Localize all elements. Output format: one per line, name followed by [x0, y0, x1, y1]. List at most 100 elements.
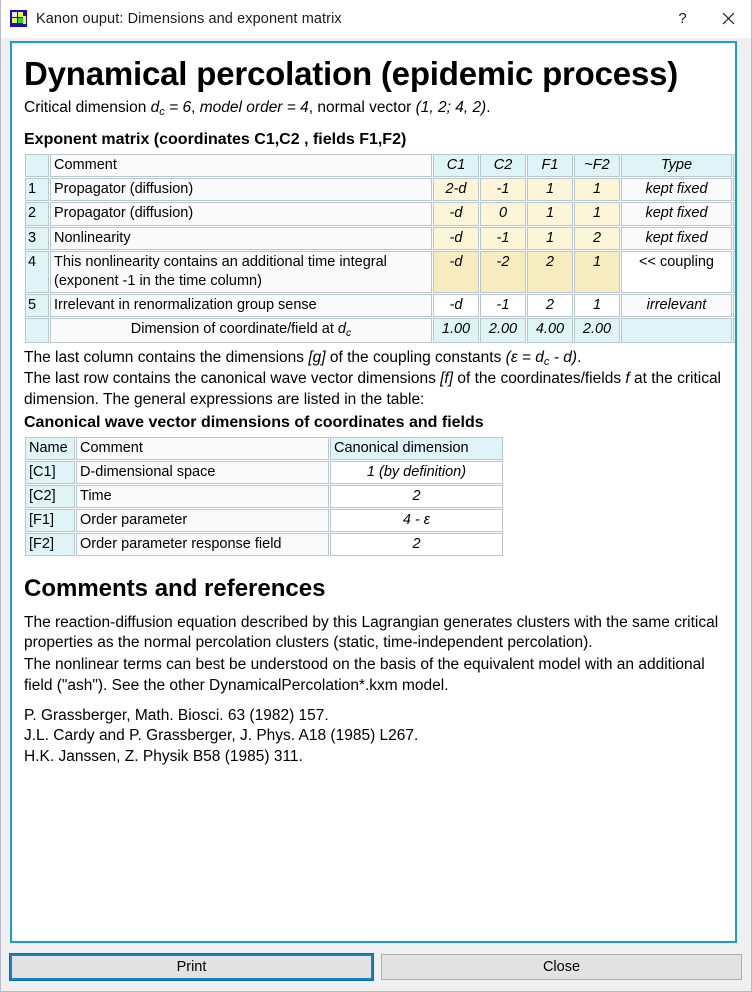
field-name: [C1]	[25, 460, 75, 485]
cell-g: -2 + ε	[733, 293, 735, 318]
comment-paragraph-2: The nonlinear terms can best be understo…	[24, 656, 705, 694]
cell-type: kept fixed	[621, 178, 732, 202]
cell-f2: 2	[574, 226, 620, 250]
close-window-button[interactable]	[705, 1, 751, 37]
print-button-label: Print	[176, 959, 207, 975]
cell-c2: -2	[480, 250, 526, 293]
cell-c1: -d	[433, 226, 479, 250]
explanation-line1-a: The last column contains the dimensions	[24, 348, 309, 366]
col-name: Name	[25, 436, 75, 460]
field-name: [C2]	[25, 485, 75, 509]
kanon-app-icon	[10, 10, 27, 27]
reference-item: P. Grassberger, Math. Biosci. 63 (1982) …	[24, 706, 329, 724]
canonical-dimensions-table: Name Comment Canonical dimension [C1] D-…	[24, 435, 504, 558]
subtitle-comma-1: ,	[191, 99, 200, 117]
cell-f1: 2	[527, 250, 573, 293]
table-header-row: Name Comment Canonical dimension	[25, 436, 503, 460]
explanation-paragraph: The last column contains the dimensions …	[24, 348, 723, 410]
canonical-table-body: [C1] D-dimensional space 1 (by definitio…	[25, 460, 503, 557]
dimension-row: Dimension of coordinate/field at dc 1.00…	[25, 318, 735, 343]
list-item[interactable]: [F2] Order parameter response field 2	[25, 533, 503, 557]
cell-c2: -1	[480, 226, 526, 250]
list-item[interactable]: [C2] Time 2	[25, 485, 503, 509]
cell-g: 0	[733, 202, 735, 226]
dialog-window: Kanon ouput: Dimensions and exponent mat…	[0, 0, 752, 992]
col-c1: C1	[433, 154, 479, 178]
normal-vector-value: (1, 2; 4, 2)	[415, 99, 487, 117]
explanation-line2-a: The last row contains the canonical wave…	[24, 370, 441, 388]
cell-g: ε	[733, 250, 735, 293]
table-row[interactable]: 3 Nonlinearity -d -1 1 2 kept fixed 0	[25, 226, 735, 250]
model-order-value: model order = 4	[199, 99, 309, 117]
dc-symbol: d	[150, 99, 160, 117]
close-button[interactable]: Close	[381, 954, 742, 980]
cell-f2: 1	[574, 293, 620, 318]
list-item[interactable]: [C1] D-dimensional space 1 (by definitio…	[25, 460, 503, 485]
list-item[interactable]: [F1] Order parameter 4 - ε	[25, 509, 503, 533]
close-button-label: Close	[542, 959, 581, 975]
comment-paragraph-1: The reaction-diffusion equation describe…	[24, 614, 719, 652]
table-row[interactable]: 5 Irrelevant in renormalization group se…	[25, 293, 735, 318]
cell-c2: -1	[480, 178, 526, 202]
row-comment: Irrelevant in renormalization group sens…	[50, 293, 432, 318]
field-comment: Time	[76, 485, 329, 509]
field-name: [F2]	[25, 533, 75, 557]
row-comment: Propagator (diffusion)	[50, 178, 432, 202]
table-row[interactable]: 2 Propagator (diffusion) -d 0 1 1 kept f…	[25, 202, 735, 226]
field-comment: D-dimensional space	[76, 460, 329, 485]
col-c2: C2	[480, 154, 526, 178]
col-f1: F1	[527, 154, 573, 178]
help-button[interactable]: ?	[660, 1, 705, 37]
exponent-matrix-foot: Dimension of coordinate/field at dc 1.00…	[25, 318, 735, 343]
cell-f2: 1	[574, 250, 620, 293]
critical-dimension-label: Critical dimension	[24, 99, 151, 117]
col-comment: Comment	[76, 436, 329, 460]
row-index: 1	[25, 178, 49, 202]
footer-c1: 1.00	[433, 318, 479, 343]
col-g: [g]	[733, 154, 735, 178]
canonical-table-head: Name Comment Canonical dimension	[25, 436, 503, 460]
dialog-footer: Print Close	[1, 943, 751, 991]
page-title: Dynamical percolation (epidemic process)	[24, 55, 679, 92]
cell-type: irrelevant	[621, 293, 732, 318]
explanation-line1-b: of the coupling constants	[325, 348, 506, 366]
title-bar: Kanon ouput: Dimensions and exponent mat…	[1, 0, 751, 38]
cell-c2: -1	[480, 293, 526, 318]
col-dimension: Canonical dimension	[330, 436, 503, 460]
cell-type: << coupling	[621, 250, 732, 293]
table-row[interactable]: 4 This nonlinearity contains an addition…	[25, 250, 735, 293]
footer-type	[621, 318, 732, 343]
field-dimension: 2	[330, 485, 503, 509]
row-comment: Propagator (diffusion)	[50, 202, 432, 226]
exponent-matrix-table: Comment C1 C2 F1 ~F2 Type [g] 1 Propagat…	[24, 153, 735, 344]
footer-label-text: Dimension of coordinate/field at	[130, 321, 338, 338]
epsilon-definition: (ε = d	[505, 348, 544, 366]
epsilon-definition-end: - d)	[549, 348, 578, 366]
explanation-line2-b: of the coordinates/fields	[453, 370, 626, 388]
window-title: Kanon ouput: Dimensions and exponent mat…	[36, 10, 342, 27]
f-italic: f	[625, 370, 630, 388]
cell-f2: 1	[574, 202, 620, 226]
cell-f1: 1	[527, 226, 573, 250]
footer-index	[25, 318, 49, 343]
print-button[interactable]: Print	[9, 953, 374, 981]
table-row[interactable]: 1 Propagator (diffusion) 2-d -1 1 1 kept…	[25, 178, 735, 202]
row-comment: Nonlinearity	[50, 226, 432, 250]
reference-item: H.K. Janssen, Z. Physik B58 (1985) 311.	[24, 748, 303, 766]
cell-f1: 1	[527, 202, 573, 226]
exponent-matrix-head: Comment C1 C2 F1 ~F2 Type [g]	[25, 154, 735, 178]
row-index: 4	[25, 250, 49, 293]
row-index: 2	[25, 202, 49, 226]
model-summary-line: Critical dimension dc = 6, model order =…	[24, 98, 723, 120]
field-comment: Order parameter	[76, 509, 329, 533]
field-name: [F1]	[25, 509, 75, 533]
reference-item: J.L. Cardy and P. Grassberger, J. Phys. …	[24, 727, 419, 745]
row-comment: This nonlinearity contains an additional…	[50, 250, 432, 293]
canonical-dimensions-heading: Canonical wave vector dimensions of coor…	[24, 413, 484, 431]
question-mark-icon: ?	[678, 10, 687, 27]
cell-type: kept fixed	[621, 202, 732, 226]
field-comment: Order parameter response field	[76, 533, 329, 557]
cell-g: 0	[733, 178, 735, 202]
footer-f1: 4.00	[527, 318, 573, 343]
footer-g	[733, 318, 735, 343]
